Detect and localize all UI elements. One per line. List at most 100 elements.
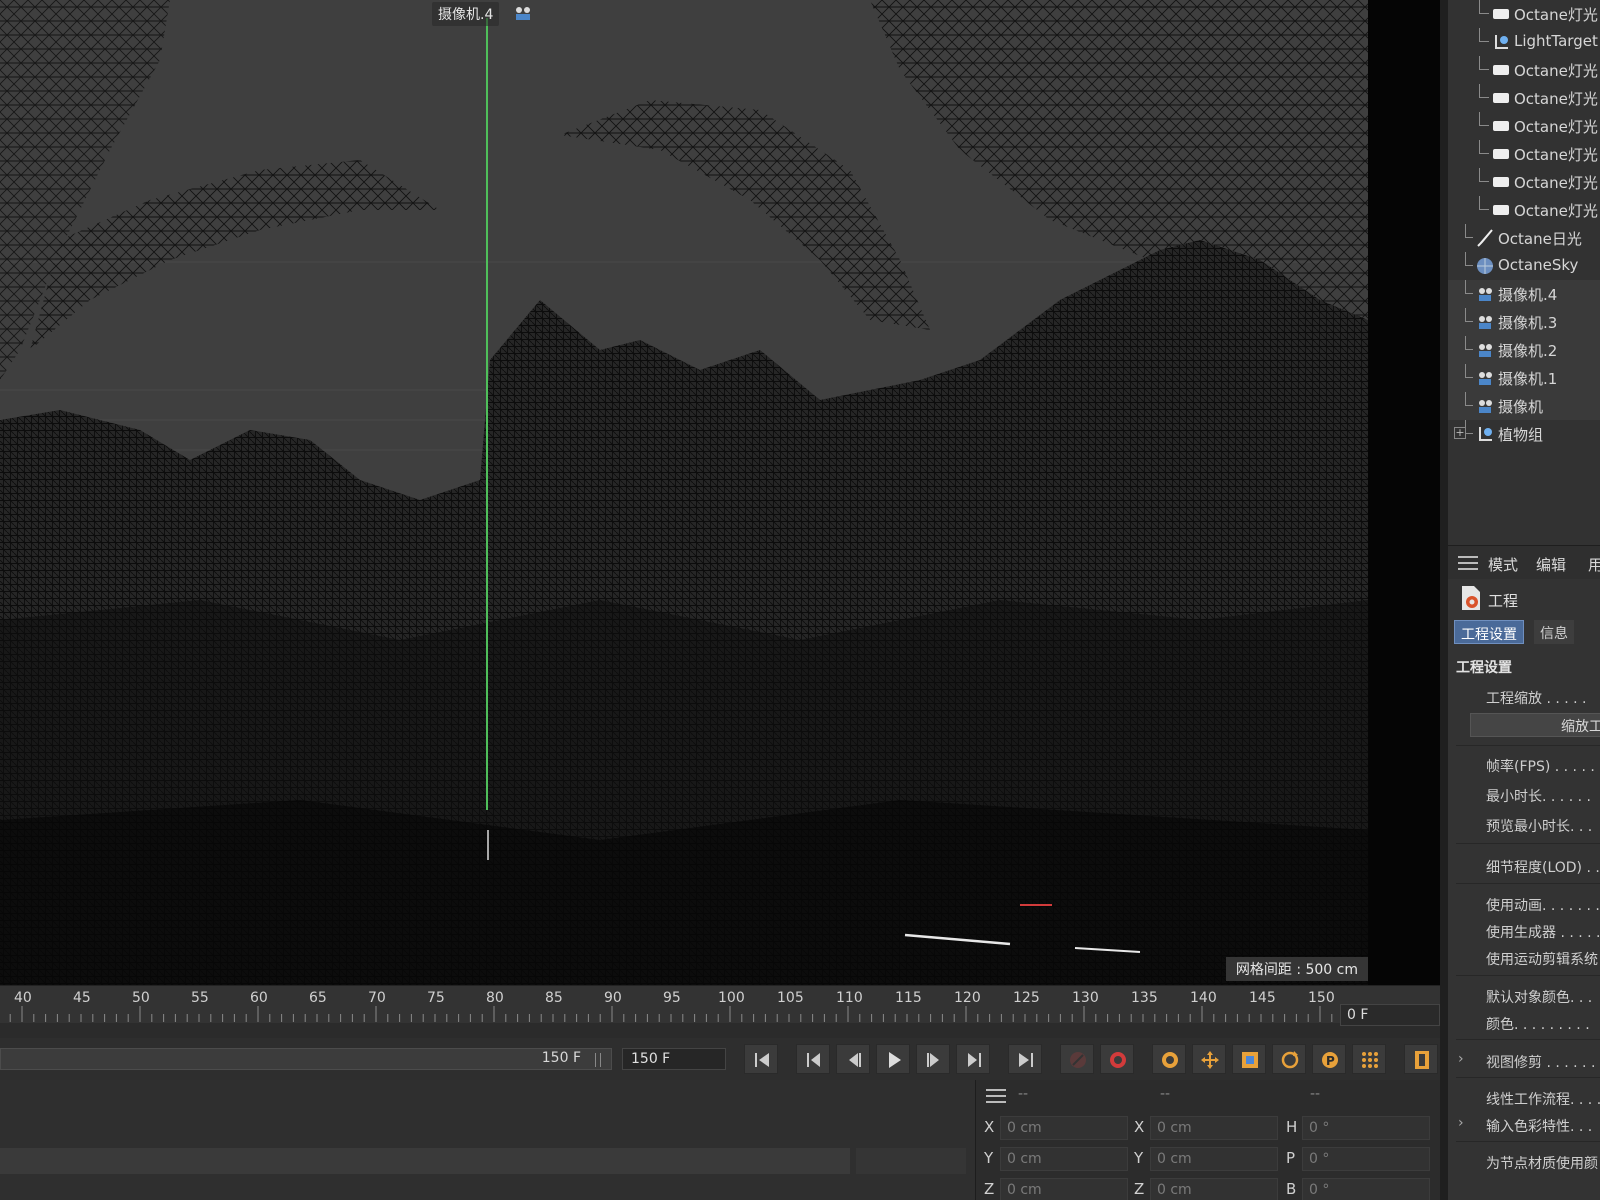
record-keys-button[interactable] [1060,1044,1094,1074]
object-name: Octane灯光 [1514,146,1598,164]
object-row[interactable]: OctaneSky [1448,252,1600,280]
scale-mode-dropdown[interactable]: -- [1160,1086,1170,1102]
tree-connector [1479,168,1489,182]
camera-icon [1476,313,1494,331]
object-row[interactable]: 摄像机.1 [1448,364,1600,392]
viewport-camera-label[interactable]: 摄像机.4 [432,2,500,26]
autokey-button[interactable] [1100,1044,1134,1074]
current-frame-field[interactable]: 0 F [1340,1004,1440,1026]
coordinate-field[interactable]: 0 cm [1150,1147,1278,1171]
tree-connector [1465,336,1473,350]
camera-icon[interactable] [511,3,535,23]
object-row[interactable]: + 植物组 [1448,420,1600,448]
preview-range-slider[interactable]: 150 F [0,1048,612,1070]
chevron-right-icon[interactable]: › [1458,1115,1464,1131]
coordinate-field[interactable]: 0 cm [1150,1178,1278,1200]
object-row[interactable]: 摄像机.4 [1448,280,1600,308]
ruler-tick-label: 130 [1072,990,1099,1006]
ruler-tick-label: 135 [1131,990,1158,1006]
coordinate-field[interactable]: 0 cm [1000,1178,1128,1200]
object-row[interactable]: 摄像机 [1448,392,1600,420]
range-grip-handle[interactable] [595,1053,601,1067]
coordinate-field[interactable]: 0 ° [1302,1116,1430,1140]
go-to-start-button[interactable] [744,1044,778,1074]
tree-connector [1479,28,1489,42]
end-frame-field[interactable]: 150 F [622,1048,726,1070]
tree-connector [1465,280,1473,294]
tree-connector [1479,196,1489,210]
object-row[interactable]: Octane灯光 [1448,84,1600,112]
coordinate-field[interactable]: 0 ° [1302,1147,1430,1171]
menu-icon[interactable] [1458,556,1478,570]
object-row[interactable]: Octane灯光 [1448,0,1600,28]
coordinate-field[interactable]: 0 ° [1302,1178,1430,1200]
object-name: Octane灯光 [1514,90,1598,108]
previous-frame-button[interactable] [836,1044,870,1074]
menu-edit[interactable]: 编辑 [1536,554,1566,575]
next-key-button[interactable] [956,1044,990,1074]
coordinate-field[interactable]: 0 cm [1000,1116,1128,1140]
next-frame-button[interactable] [916,1044,950,1074]
ruler-tick-label: 55 [191,990,209,1006]
go-to-end-icon [1019,1053,1033,1067]
horizontal-scrollbar[interactable] [0,1148,850,1174]
camera-icon [1476,397,1494,415]
position-mode-dropdown[interactable]: -- [1018,1086,1028,1102]
play-button[interactable] [876,1044,910,1074]
object-row[interactable]: Octane灯光 [1448,112,1600,140]
rotation-mode-dropdown[interactable]: -- [1310,1086,1320,1102]
ruler-tick-label: 65 [309,990,327,1006]
axis-label: X [984,1118,995,1136]
min-time-label: 最小时长. . . . . . [1486,789,1591,805]
previous-key-button[interactable] [796,1044,830,1074]
object-row[interactable]: 摄像机.2 [1448,336,1600,364]
position-key-button[interactable] [1192,1044,1226,1074]
object-name: Octane灯光 [1514,6,1598,24]
menu-icon[interactable] [986,1089,1006,1103]
object-row[interactable]: Octane日光 [1448,224,1600,252]
rotation-key-button[interactable] [1272,1044,1306,1074]
dropdown-area[interactable] [856,1148,966,1174]
project-settings-icon [1462,586,1480,610]
go-to-end-button[interactable] [1008,1044,1042,1074]
expand-icon[interactable]: + [1454,427,1466,439]
chevron-right-icon[interactable]: › [1458,1051,1464,1067]
object-name: Octane灯光 [1514,174,1598,192]
parameter-key-button[interactable]: P [1312,1044,1346,1074]
object-row[interactable]: Octane灯光 [1448,56,1600,84]
view-clipping-label[interactable]: 视图修剪 . . . . . . [1486,1052,1595,1072]
tree-connector [1465,252,1473,266]
area-light-icon [1492,5,1510,23]
move-arrows-icon [1201,1051,1219,1069]
sky-icon [1476,257,1494,275]
object-row[interactable]: 摄像机.3 [1448,308,1600,336]
scale-key-button[interactable] [1232,1044,1266,1074]
object-row[interactable]: LightTarget [1448,28,1600,56]
panel-splitter[interactable] [1440,0,1448,1200]
tree-connector [1479,84,1489,98]
3d-viewport[interactable]: 摄像机.4 网格间距 : 500 cm [0,0,1368,985]
coordinate-field[interactable]: 0 cm [1150,1116,1278,1140]
svg-text:P: P [1326,1054,1335,1068]
menu-mode[interactable]: 模式 [1488,554,1518,575]
input-color-profile-label[interactable]: 输入色彩特性. . . [1486,1116,1592,1136]
keyframe-selection-button[interactable] [1152,1044,1186,1074]
dots-grid-icon [1362,1052,1378,1068]
coordinate-field[interactable]: 0 cm [1000,1147,1128,1171]
point-level-key-button[interactable] [1352,1044,1386,1074]
object-row[interactable]: Octane灯光 [1448,196,1600,224]
use-motion-system-label: 使用运动剪辑系统 [1486,952,1598,968]
ruler-tick-label: 140 [1190,990,1217,1006]
object-row[interactable]: Octane灯光 [1448,140,1600,168]
object-name: 摄像机.3 [1498,314,1558,332]
tab-info[interactable]: 信息 [1534,620,1574,644]
timeline-ruler[interactable]: 40 45 50 55 60 65 70 75 80 85 90 95 100 105 110 115 120 1… [0,985,1440,1023]
menu-user[interactable]: 用 [1588,554,1600,575]
ruler-tick-label: 100 [718,990,745,1006]
divider [1456,975,1600,976]
ruler-tick-label: 150 [1308,990,1335,1006]
object-row[interactable]: Octane灯光 [1448,168,1600,196]
scale-project-button[interactable]: 缩放工 [1470,713,1600,737]
tab-project-settings[interactable]: 工程设置 [1454,620,1524,644]
timeline-window-button[interactable] [1404,1044,1438,1074]
